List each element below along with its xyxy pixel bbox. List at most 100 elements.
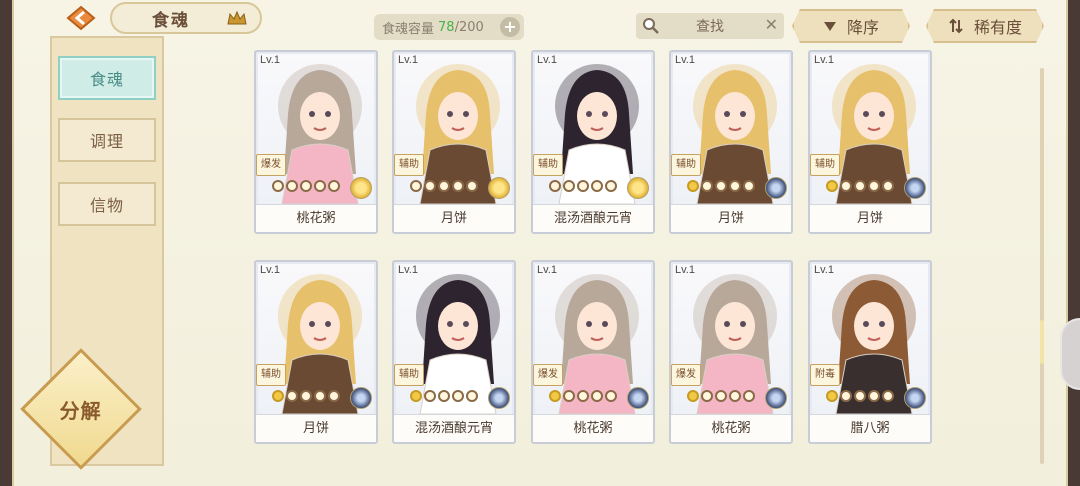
scrollbar-track[interactable]: [1040, 68, 1044, 464]
star-icon: [438, 180, 450, 192]
star-rating: [272, 180, 340, 192]
star-rating: [687, 180, 755, 192]
star-icon: [840, 180, 852, 192]
star-icon: [854, 390, 866, 402]
star-icon: [840, 390, 852, 402]
decompose-label: 分解: [59, 398, 102, 423]
star-icon: [715, 180, 727, 192]
role-badge: 辅助: [671, 154, 701, 176]
page-title: 食魂: [152, 10, 190, 31]
level-label: Lv.1: [398, 54, 418, 66]
star-icon: [743, 180, 755, 192]
star-rating: [272, 390, 340, 402]
search-input[interactable]: 查找 ✕: [636, 13, 784, 39]
capacity-label: 食魂容量: [382, 21, 435, 37]
food-soul-card[interactable]: Lv.1 辅助 月饼: [669, 50, 793, 234]
floating-edge-button[interactable]: [1060, 318, 1080, 390]
level-label: Lv.1: [675, 264, 695, 276]
star-icon: [577, 390, 589, 402]
level-label: Lv.1: [398, 264, 418, 276]
star-icon: [424, 390, 436, 402]
role-badge: 爆发: [533, 364, 563, 386]
star-icon: [563, 390, 575, 402]
back-button[interactable]: [64, 4, 98, 32]
capacity-current: 78: [438, 19, 455, 35]
sidebar-item-cooking[interactable]: 调理: [58, 118, 156, 162]
star-icon: [424, 180, 436, 192]
star-icon: [729, 180, 741, 192]
search-icon: [643, 18, 659, 34]
star-rating: [410, 180, 478, 192]
star-icon: [868, 390, 880, 402]
food-soul-card[interactable]: Lv.1 爆发 桃花粥: [531, 260, 655, 444]
level-label: Lv.1: [260, 264, 280, 276]
role-badge: 辅助: [533, 154, 563, 176]
food-soul-card[interactable]: Lv.1 辅助 月饼: [254, 260, 378, 444]
food-soul-card[interactable]: Lv.1 辅助 混汤酒酿元宵: [392, 260, 516, 444]
star-icon: [563, 180, 575, 192]
level-label: Lv.1: [537, 54, 557, 66]
clear-search-icon[interactable]: ✕: [765, 15, 778, 34]
card-name: 桃花粥: [533, 414, 653, 442]
card-name: 混汤酒酿元宵: [394, 414, 514, 442]
element-icon: [627, 177, 649, 199]
card-name: 月饼: [671, 204, 791, 232]
food-soul-card[interactable]: Lv.1 辅助 月饼: [392, 50, 516, 234]
star-icon: [826, 180, 838, 192]
role-badge: 辅助: [256, 364, 286, 386]
food-soul-card[interactable]: Lv.1 辅助 月饼: [808, 50, 932, 234]
star-icon: [591, 180, 603, 192]
card-name: 月饼: [394, 204, 514, 232]
star-rating: [549, 390, 617, 402]
title-tab: 食魂: [110, 2, 262, 34]
element-icon: [350, 177, 372, 199]
level-label: Lv.1: [814, 264, 834, 276]
star-icon: [687, 180, 699, 192]
food-soul-card[interactable]: Lv.1 辅助 混汤酒酿元宵: [531, 50, 655, 234]
role-badge: 附毒: [810, 364, 840, 386]
star-rating: [826, 180, 894, 192]
star-icon: [854, 180, 866, 192]
star-icon: [328, 180, 340, 192]
star-rating: [826, 390, 894, 402]
sidebar-item-token[interactable]: 信物: [58, 182, 156, 226]
role-badge: 爆发: [671, 364, 701, 386]
card-name: 月饼: [810, 204, 930, 232]
element-icon: [488, 177, 510, 199]
sort-order-button[interactable]: 降序: [792, 9, 910, 43]
element-icon: [765, 387, 787, 409]
star-icon: [314, 390, 326, 402]
star-icon: [328, 390, 340, 402]
role-badge: 辅助: [394, 154, 424, 176]
crown-icon: [227, 10, 247, 25]
food-soul-card[interactable]: Lv.1 附毒 腊八粥: [808, 260, 932, 444]
role-badge: 爆发: [256, 154, 286, 176]
star-icon: [882, 390, 894, 402]
level-label: Lv.1: [675, 54, 695, 66]
food-soul-card[interactable]: Lv.1 爆发 桃花粥: [254, 50, 378, 234]
star-icon: [743, 390, 755, 402]
card-name: 桃花粥: [671, 414, 791, 442]
star-icon: [826, 390, 838, 402]
star-icon: [410, 180, 422, 192]
star-icon: [591, 390, 603, 402]
star-icon: [549, 180, 561, 192]
sidebar-item-label: 食魂: [89, 70, 124, 89]
level-label: Lv.1: [814, 54, 834, 66]
star-icon: [715, 390, 727, 402]
scrollbar-thumb[interactable]: [1040, 320, 1044, 364]
sidebar-item-label: 调理: [89, 132, 124, 151]
sort-key-label: 稀有度: [973, 18, 1022, 37]
capacity-display: 食魂容量 78 / 200 +: [374, 14, 524, 40]
star-icon: [452, 390, 464, 402]
sort-key-button[interactable]: 稀有度: [926, 9, 1044, 43]
star-icon: [286, 180, 298, 192]
element-icon: [350, 387, 372, 409]
sidebar-item-food-soul[interactable]: 食魂: [58, 56, 156, 100]
star-rating: [687, 390, 755, 402]
star-icon: [438, 390, 450, 402]
role-badge: 辅助: [394, 364, 424, 386]
card-name: 月饼: [256, 414, 376, 442]
food-soul-card[interactable]: Lv.1 爆发 桃花粥: [669, 260, 793, 444]
add-capacity-button[interactable]: +: [500, 17, 520, 37]
